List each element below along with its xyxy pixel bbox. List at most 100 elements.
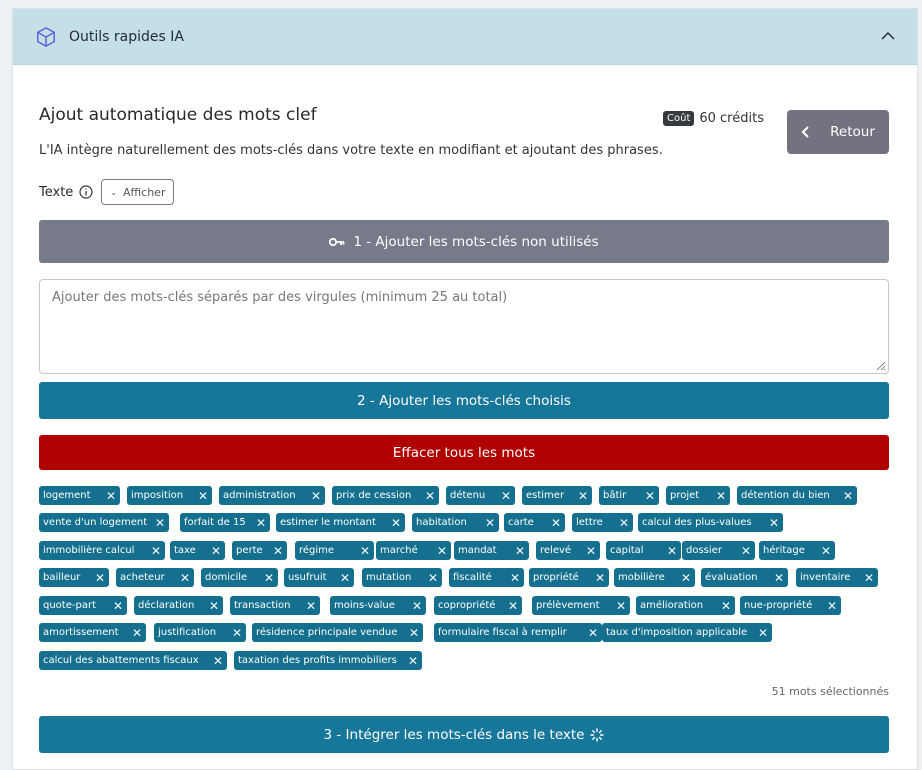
texte-label: Texte <box>39 184 74 200</box>
close-icon[interactable]: ✕ <box>619 516 629 530</box>
close-icon[interactable]: ✕ <box>360 544 370 558</box>
close-icon[interactable]: ✕ <box>508 599 518 613</box>
close-icon[interactable]: ✕ <box>741 544 751 558</box>
close-icon[interactable]: ✕ <box>113 599 123 613</box>
keyword-tag: habitation ✕ <box>412 513 499 532</box>
keyword-tag: déclaration ✕ <box>134 596 223 615</box>
keyword-tag-label: taxe <box>174 545 196 556</box>
keyword-tag-label: dossier <box>686 545 722 556</box>
close-icon[interactable]: ✕ <box>391 516 401 530</box>
keyword-tag-label: bailleur <box>43 572 81 583</box>
keyword-tag-label: copropriété <box>438 600 496 611</box>
close-icon[interactable]: ✕ <box>645 489 655 503</box>
close-icon[interactable]: ✕ <box>667 544 677 558</box>
keyword-tag-label: relevé <box>540 545 572 556</box>
add-unused-keywords-button[interactable]: 1 - Ajouter les mots-clés non utilisés <box>39 220 889 263</box>
keyword-tag-label: logement <box>43 490 91 501</box>
keyword-tag: prélèvement ✕ <box>532 596 630 615</box>
close-icon[interactable]: ✕ <box>501 489 511 503</box>
chevron-up-icon[interactable] <box>881 29 895 43</box>
close-icon[interactable]: ✕ <box>106 489 116 503</box>
spinner-icon <box>590 727 605 742</box>
close-icon[interactable]: ✕ <box>864 571 874 585</box>
keyword-tag-label: prix de cession <box>336 490 412 501</box>
selected-count: 51 mots sélectionnés <box>771 685 889 698</box>
close-icon[interactable]: ✕ <box>209 599 219 613</box>
keyword-tag: copropriété ✕ <box>434 596 522 615</box>
close-icon[interactable]: ✕ <box>827 599 837 613</box>
add-chosen-keywords-button[interactable]: 2 - Ajouter les mots-clés choisis <box>39 382 889 419</box>
keyword-tag: immobilière calcul ✕ <box>39 541 165 560</box>
close-icon[interactable]: ✕ <box>340 571 350 585</box>
close-icon[interactable]: ✕ <box>132 626 142 640</box>
close-icon[interactable]: ✕ <box>425 489 435 503</box>
back-button[interactable]: Retour <box>787 110 889 154</box>
keyword-tag-label: mobilière <box>618 572 665 583</box>
close-icon[interactable]: ✕ <box>412 599 422 613</box>
close-icon[interactable]: ✕ <box>311 489 321 503</box>
close-icon[interactable]: ✕ <box>198 489 208 503</box>
close-icon[interactable]: ✕ <box>716 489 726 503</box>
close-icon[interactable]: ✕ <box>95 571 105 585</box>
close-icon[interactable]: ✕ <box>180 571 190 585</box>
keyword-tag: fiscalité ✕ <box>449 568 524 587</box>
close-icon[interactable]: ✕ <box>769 516 779 530</box>
close-icon[interactable]: ✕ <box>586 544 596 558</box>
keyword-tag: nue-propriété ✕ <box>740 596 841 615</box>
close-icon[interactable]: ✕ <box>409 626 419 640</box>
cost-badge: Coût <box>663 111 695 126</box>
keyword-tag: évaluation ✕ <box>701 568 788 587</box>
panel-header[interactable]: Outils rapides IA <box>13 9 917 65</box>
keyword-tag-label: forfait de 15 <box>184 517 246 528</box>
keyword-tag: héritage ✕ <box>759 541 835 560</box>
close-icon[interactable]: ✕ <box>551 516 561 530</box>
close-icon[interactable]: ✕ <box>155 516 165 530</box>
chevron-down-icon: ⌄ <box>110 187 117 197</box>
close-icon[interactable]: ✕ <box>578 489 588 503</box>
keyword-tag: moins-value ✕ <box>330 596 426 615</box>
close-icon[interactable]: ✕ <box>681 571 691 585</box>
close-icon[interactable]: ✕ <box>485 516 495 530</box>
close-icon[interactable]: ✕ <box>264 571 274 585</box>
close-icon[interactable]: ✕ <box>843 489 853 503</box>
close-icon[interactable]: ✕ <box>213 654 223 668</box>
close-icon[interactable]: ✕ <box>515 544 525 558</box>
keyword-tag: taxation des profits immobiliers ✕ <box>234 651 422 670</box>
keyword-tag-label: héritage <box>763 545 805 556</box>
close-icon[interactable]: ✕ <box>232 626 242 640</box>
close-icon[interactable]: ✕ <box>588 626 598 640</box>
close-icon[interactable]: ✕ <box>721 599 731 613</box>
keyword-tag-label: mutation <box>366 572 412 583</box>
close-icon[interactable]: ✕ <box>758 626 768 640</box>
integrate-keywords-label: 3 - Intégrer les mots-clés dans le texte <box>323 726 585 743</box>
keyword-tag: relevé ✕ <box>536 541 600 560</box>
integrate-keywords-button[interactable]: 3 - Intégrer les mots-clés dans le texte <box>39 716 889 753</box>
keyword-tag-label: détention du bien <box>741 490 830 501</box>
resize-handle-icon[interactable] <box>874 359 886 371</box>
texte-row: Texte ⌄ Afficher <box>39 179 175 205</box>
keyword-tag-label: marché <box>380 545 418 556</box>
close-icon[interactable]: ✕ <box>821 544 831 558</box>
show-text-button[interactable]: ⌄ Afficher <box>101 179 175 205</box>
keyword-tag-label: administration <box>223 490 296 501</box>
info-icon[interactable] <box>79 185 93 199</box>
close-icon[interactable]: ✕ <box>151 544 161 558</box>
close-icon[interactable]: ✕ <box>408 654 418 668</box>
close-icon[interactable]: ✕ <box>510 571 520 585</box>
close-icon[interactable]: ✕ <box>306 599 316 613</box>
close-icon[interactable]: ✕ <box>211 544 221 558</box>
close-icon[interactable]: ✕ <box>428 571 438 585</box>
keywords-textarea[interactable]: Ajouter des mots-clés séparés par des vi… <box>39 279 889 374</box>
keyword-tag-label: domicile <box>205 572 248 583</box>
clear-all-button[interactable]: Effacer tous les mots <box>39 435 889 470</box>
close-icon[interactable]: ✕ <box>273 544 283 558</box>
close-icon[interactable]: ✕ <box>774 571 784 585</box>
tool-title: Ajout automatique des mots clef <box>39 105 317 125</box>
close-icon[interactable]: ✕ <box>437 544 447 558</box>
keyword-tag: usufruit ✕ <box>284 568 354 587</box>
keyword-tag: administration ✕ <box>219 486 325 505</box>
close-icon[interactable]: ✕ <box>616 599 626 613</box>
close-icon[interactable]: ✕ <box>595 571 605 585</box>
close-icon[interactable]: ✕ <box>256 516 266 530</box>
keyword-tag: formulaire fiscal à remplir ✕ <box>434 623 602 642</box>
